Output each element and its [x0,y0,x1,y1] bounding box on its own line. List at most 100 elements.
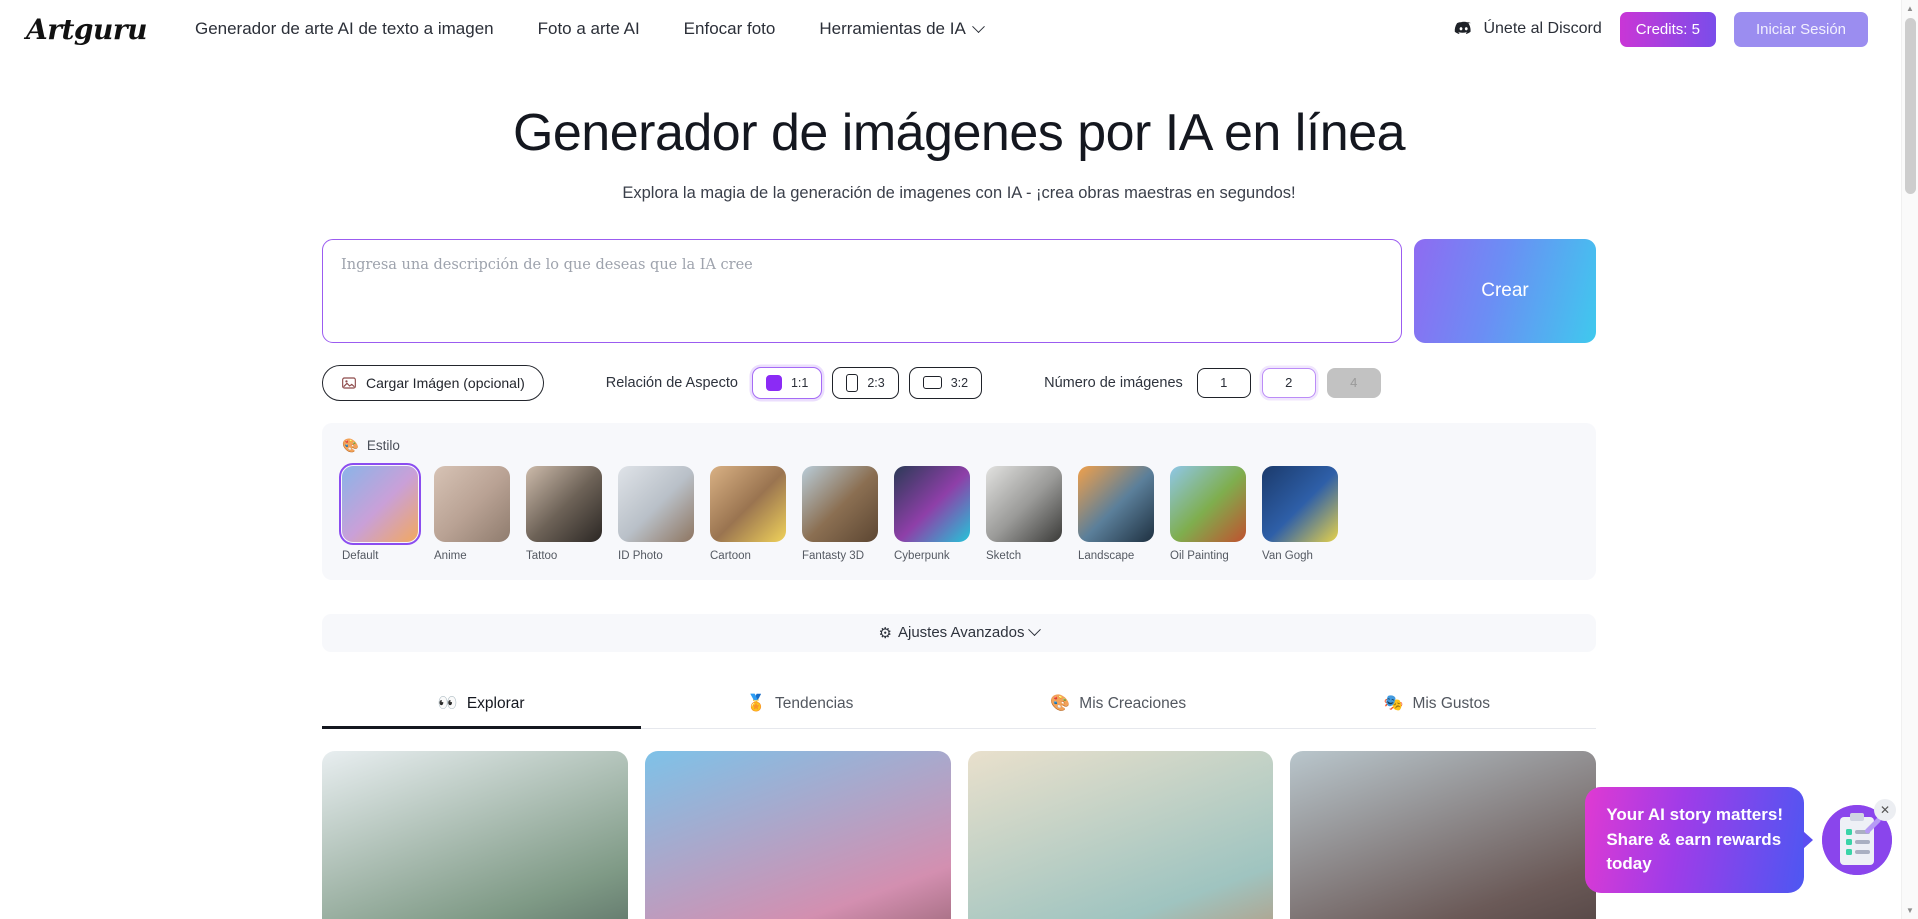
style-item-anime[interactable]: Anime [434,465,510,562]
style-thumbnail [986,465,1062,542]
promo-banner: Your AI story matters! Share & earn rewa… [1585,787,1896,893]
square-icon [765,374,782,391]
generator-panel: Crear Cargar Imágen (opcional) Relación … [322,238,1596,919]
style-item-label: Default [342,549,379,562]
style-item-label: ID Photo [618,549,663,562]
header-actions: Únete al Discord Credits: 5 Iniciar Sesi… [1454,11,1892,47]
create-button[interactable]: Crear [1414,238,1596,343]
aspect-label: 3:2 [950,375,969,390]
style-thumbnail [1170,465,1246,542]
style-item-label: Cartoon [710,549,751,562]
generator-controls: Cargar Imágen (opcional) Relación de Asp… [322,364,1596,401]
tab-tendencias[interactable]: 🏅 Tendencias [641,684,960,728]
style-thumbnail [802,465,878,542]
gallery-card-fox-reading-book[interactable] [967,750,1274,919]
style-item-oil-painting[interactable]: Oil Painting [1170,465,1246,562]
nav-label: Foto a arte AI [537,19,640,38]
tab-mis-creaciones[interactable]: 🎨 Mis Creaciones [959,684,1278,728]
style-item-label: Fantasty 3D [802,549,864,562]
gallery-card-floating-islands-city[interactable] [322,750,628,919]
style-thumbnail [1078,465,1154,542]
style-thumbnail [526,465,602,542]
nav-item-ai-tools[interactable]: Herramientas de IA [819,19,985,39]
promo-avatar[interactable]: ✕ [1822,799,1896,876]
advanced-label: Ajustes Avanzados [897,624,1025,642]
aspect-ratio-2-3[interactable]: 2:3 [832,366,899,399]
tab-icon: 🎨 [1050,694,1071,712]
style-item-cartoon[interactable]: Cartoon [710,465,786,562]
image-count-1[interactable]: 1 [1196,367,1251,398]
tab-icon: 👀 [437,694,458,712]
chevron-down-icon [971,19,985,33]
gallery-card-woman-with-flowers[interactable] [644,750,951,919]
tab-icon: 🏅 [746,694,766,712]
nav-item-focus-photo[interactable]: Enfocar foto [684,19,776,39]
top-navigation-bar: Artguru Generador de arte AI de texto a … [0,0,1918,58]
style-item-cyberpunk[interactable]: Cyberpunk [894,465,970,562]
style-label: Estilo [366,438,400,454]
promo-close-button[interactable]: ✕ [1874,799,1896,822]
promo-line-2: Share & earn rewards [1606,829,1782,849]
aspect-label: 2:3 [867,375,885,390]
image-upload-icon [342,377,356,389]
portrait-icon [846,373,859,392]
aspect-ratio-group: 1:1 2:3 3:2 [751,366,983,399]
advanced-settings-toggle[interactable]: ⚙ Ajustes Avanzados [322,613,1596,652]
style-item-label: Sketch [986,549,1022,562]
prompt-box[interactable] [322,238,1402,343]
nav-item-text-to-image[interactable]: Generador de arte AI de texto a imagen [195,19,494,39]
style-thumbnail [1262,465,1338,542]
discord-label: Únete al Discord [1483,20,1602,37]
style-item-label: Van Gogh [1262,549,1313,562]
scrollbar-thumb[interactable] [1905,18,1916,194]
scroll-up-arrow[interactable]: ▲ [1902,0,1918,17]
content-tabs: 👀 Explorar 🏅 Tendencias 🎨 Mis Creaciones 🎭 Mis … [322,684,1596,729]
discord-icon [1455,21,1472,34]
style-item-label: Tattoo [526,549,558,562]
tab-explorar[interactable]: 👀 Explorar [322,684,641,729]
credits-button[interactable]: Credits: 5 [1619,11,1716,47]
style-thumbnail [894,465,970,542]
style-item-tattoo[interactable]: Tattoo [526,465,602,562]
upload-image-button[interactable]: Cargar Imágen (opcional) [322,364,544,401]
style-item-id-photo[interactable]: ID Photo [618,465,694,562]
style-thumbnail [710,465,786,542]
style-item-fantasty-3d[interactable]: Fantasty 3D [802,465,878,562]
landscape-icon [922,376,942,390]
image-count-group: 1 2 4 [1196,367,1381,398]
style-item-default[interactable]: Default [339,462,421,562]
page-scrollbar[interactable]: ▲ ▼ [1901,0,1918,919]
aspect-ratio-label: Relación de Aspecto [605,374,738,391]
aspect-ratio-1-1[interactable]: 1:1 [751,366,823,399]
prompt-input[interactable] [341,256,1383,325]
aspect-ratio-3-2[interactable]: 3:2 [908,366,983,399]
upload-label: Cargar Imágen (opcional) [366,374,525,391]
tab-label: Mis Gustos [1412,694,1490,712]
scroll-down-arrow[interactable]: ▼ [1902,902,1918,919]
tab-mis-gustos[interactable]: 🎭 Mis Gustos [1278,684,1597,728]
style-item-landscape[interactable]: Landscape [1078,465,1154,562]
style-item-sketch[interactable]: Sketch [986,465,1062,562]
image-count-label: Número de imágenes [1044,374,1183,391]
style-thumbnail [339,462,421,545]
tab-icon: 🎭 [1383,694,1404,712]
nav-label: Enfocar foto [683,19,776,38]
tab-label: Explorar [466,694,525,712]
style-item-label: Anime [434,549,467,562]
app-root: Artguru Generador de arte AI de texto a … [0,0,1918,919]
artguru-logo[interactable]: Artguru [26,13,147,46]
style-thumbnail [618,465,694,542]
nav-label: Generador de arte AI de texto a imagen [194,19,494,38]
nav-item-photo-to-art[interactable]: Foto a arte AI [538,19,640,39]
prompt-row: Crear [322,238,1596,343]
image-gallery [322,750,1596,919]
image-count-2[interactable]: 2 [1261,367,1316,398]
nav-label: Herramientas de IA [819,19,966,38]
gallery-card-moons-in-cave[interactable] [1290,750,1596,919]
login-button[interactable]: Iniciar Sesión [1733,11,1868,47]
image-count-4: 4 [1326,367,1381,398]
style-item-van-gogh[interactable]: Van Gogh [1262,465,1338,562]
promo-bubble[interactable]: Your AI story matters! Share & earn rewa… [1585,787,1813,893]
discord-link[interactable]: Únete al Discord [1454,19,1602,39]
style-list: Default Anime Tattoo ID Photo Cartoon Fantast… [339,462,1576,562]
